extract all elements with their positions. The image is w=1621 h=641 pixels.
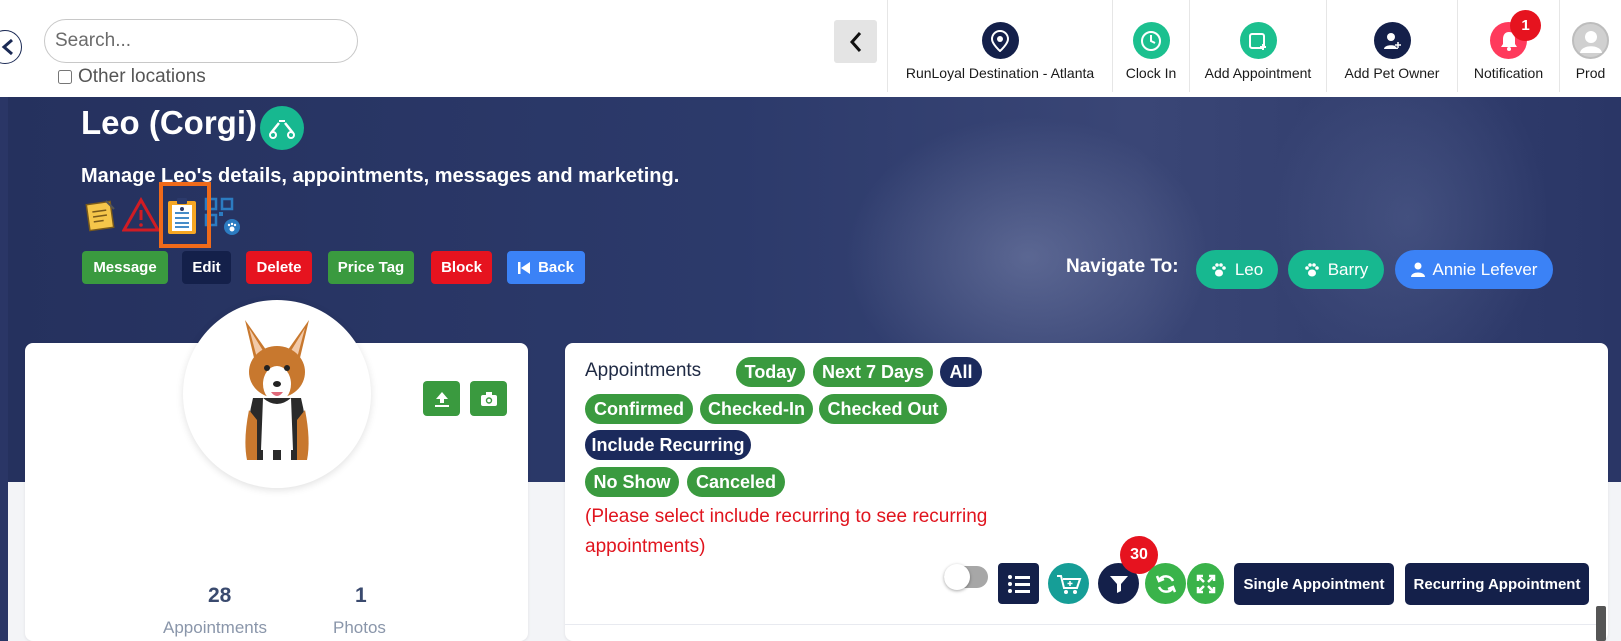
add-pet-owner-label: Add Pet Owner [1344, 65, 1440, 81]
filter-include-recurring[interactable]: Include Recurring [585, 430, 751, 460]
photos-count: 1 [355, 584, 367, 607]
person-icon [1410, 262, 1425, 277]
appointments-title: Appointments [585, 360, 702, 381]
profile-label: Prod [1575, 65, 1606, 81]
expand-icon [1196, 574, 1215, 593]
list-view-button[interactable] [998, 563, 1039, 604]
refresh-button[interactable] [1145, 563, 1186, 604]
chevron-left-icon [849, 31, 861, 52]
filter-no-show[interactable]: No Show [585, 467, 679, 497]
recurring-appointment-button[interactable]: Recurring Appointment [1405, 563, 1589, 605]
price-tag-button[interactable]: Price Tag [328, 251, 414, 284]
notification-label: Notification [1473, 65, 1544, 81]
back-button[interactable]: Back [507, 251, 585, 284]
navigate-owner-annie[interactable]: Annie Lefever [1395, 250, 1553, 289]
location-pin-icon [981, 22, 1019, 59]
collapse-nav-button[interactable] [834, 20, 877, 63]
location-label: RunLoyal Destination - Atlanta [905, 65, 1095, 81]
avatar-icon [1572, 22, 1609, 59]
list-icon [1007, 574, 1030, 593]
left-edge [0, 97, 8, 641]
navigate-pet-barry[interactable]: Barry [1288, 250, 1384, 289]
appointments-count-label: Appointments [163, 618, 267, 637]
clock-in-label: Clock In [1125, 65, 1177, 81]
other-locations-label: Other locations [78, 66, 206, 87]
notification-button[interactable]: 1 Notification [1457, 0, 1559, 92]
refresh-icon [1155, 574, 1176, 593]
highlight-box [159, 182, 211, 248]
warning-triangle-icon[interactable] [121, 196, 162, 237]
navigate-pet-barry-label: Barry [1327, 259, 1369, 279]
pet-photo [183, 300, 371, 488]
scrollbar-thumb[interactable] [1596, 606, 1606, 641]
paw-icon [1212, 262, 1226, 276]
add-appointment-label: Add Appointment [1204, 65, 1312, 81]
filter-all[interactable]: All [940, 357, 982, 387]
appointments-count: 28 [208, 584, 232, 607]
single-appointment-button[interactable]: Single Appointment [1234, 563, 1394, 605]
top-bar: Other locations RunLoyal Destination - A… [0, 0, 1621, 97]
location-selector[interactable]: RunLoyal Destination - Atlanta [887, 0, 1112, 92]
delete-button[interactable]: Delete [246, 251, 312, 284]
filter-canceled[interactable]: Canceled [687, 467, 785, 497]
chevron-left-icon [1, 38, 13, 56]
recurring-notice: (Please select include recurring to see … [585, 506, 988, 557]
divider [565, 624, 1596, 625]
user-add-icon [1373, 22, 1411, 59]
cart-button[interactable] [1048, 563, 1089, 604]
view-toggle-knob[interactable] [944, 564, 970, 590]
navigate-pet-leo-label: Leo [1234, 259, 1264, 279]
sticky-note-icon[interactable] [84, 197, 124, 237]
message-button[interactable]: Message [82, 251, 168, 284]
filter-checked-in[interactable]: Checked-In [700, 394, 813, 424]
add-pet-owner-button[interactable]: Add Pet Owner [1326, 0, 1457, 92]
back-label: Back [538, 259, 574, 276]
filter-next-7-days[interactable]: Next 7 Days [813, 357, 933, 387]
upload-photo-button[interactable] [423, 381, 460, 416]
cart-icon [1056, 574, 1081, 594]
funnel-icon [1109, 575, 1128, 593]
calendar-add-icon [1239, 22, 1277, 59]
navigate-pet-leo[interactable]: Leo [1196, 250, 1278, 289]
skip-back-icon [518, 261, 531, 274]
filter-checked-out[interactable]: Checked Out [819, 394, 947, 424]
paw-icon [1304, 262, 1319, 276]
expand-button[interactable] [1187, 563, 1224, 604]
upload-icon [434, 391, 449, 407]
clock-in-button[interactable]: Clock In [1112, 0, 1189, 92]
page-title: Leo (Corgi) [81, 104, 257, 141]
other-locations-checkbox-input[interactable] [58, 70, 72, 84]
navigate-to-label: Navigate To: [1066, 256, 1179, 277]
navigate-owner-annie-label: Annie Lefever [1432, 259, 1538, 279]
filter-today[interactable]: Today [736, 357, 805, 387]
groomer-logo-icon [260, 106, 304, 150]
profile-menu-button[interactable]: Prod [1559, 0, 1621, 92]
filter-confirmed[interactable]: Confirmed [585, 394, 693, 424]
sidebar-toggle-button[interactable] [0, 30, 22, 64]
camera-icon [480, 391, 497, 406]
photos-count-label: Photos [333, 618, 386, 637]
corgi-image-icon [245, 320, 309, 466]
block-button[interactable]: Block [431, 251, 492, 284]
camera-button[interactable] [470, 381, 507, 416]
search-input[interactable] [44, 19, 358, 63]
clock-icon [1132, 22, 1170, 59]
add-appointment-button[interactable]: Add Appointment [1189, 0, 1326, 92]
edit-button[interactable]: Edit [182, 251, 231, 284]
notification-count-badge: 1 [1510, 10, 1541, 41]
other-locations-checkbox[interactable]: Other locations [58, 66, 206, 88]
